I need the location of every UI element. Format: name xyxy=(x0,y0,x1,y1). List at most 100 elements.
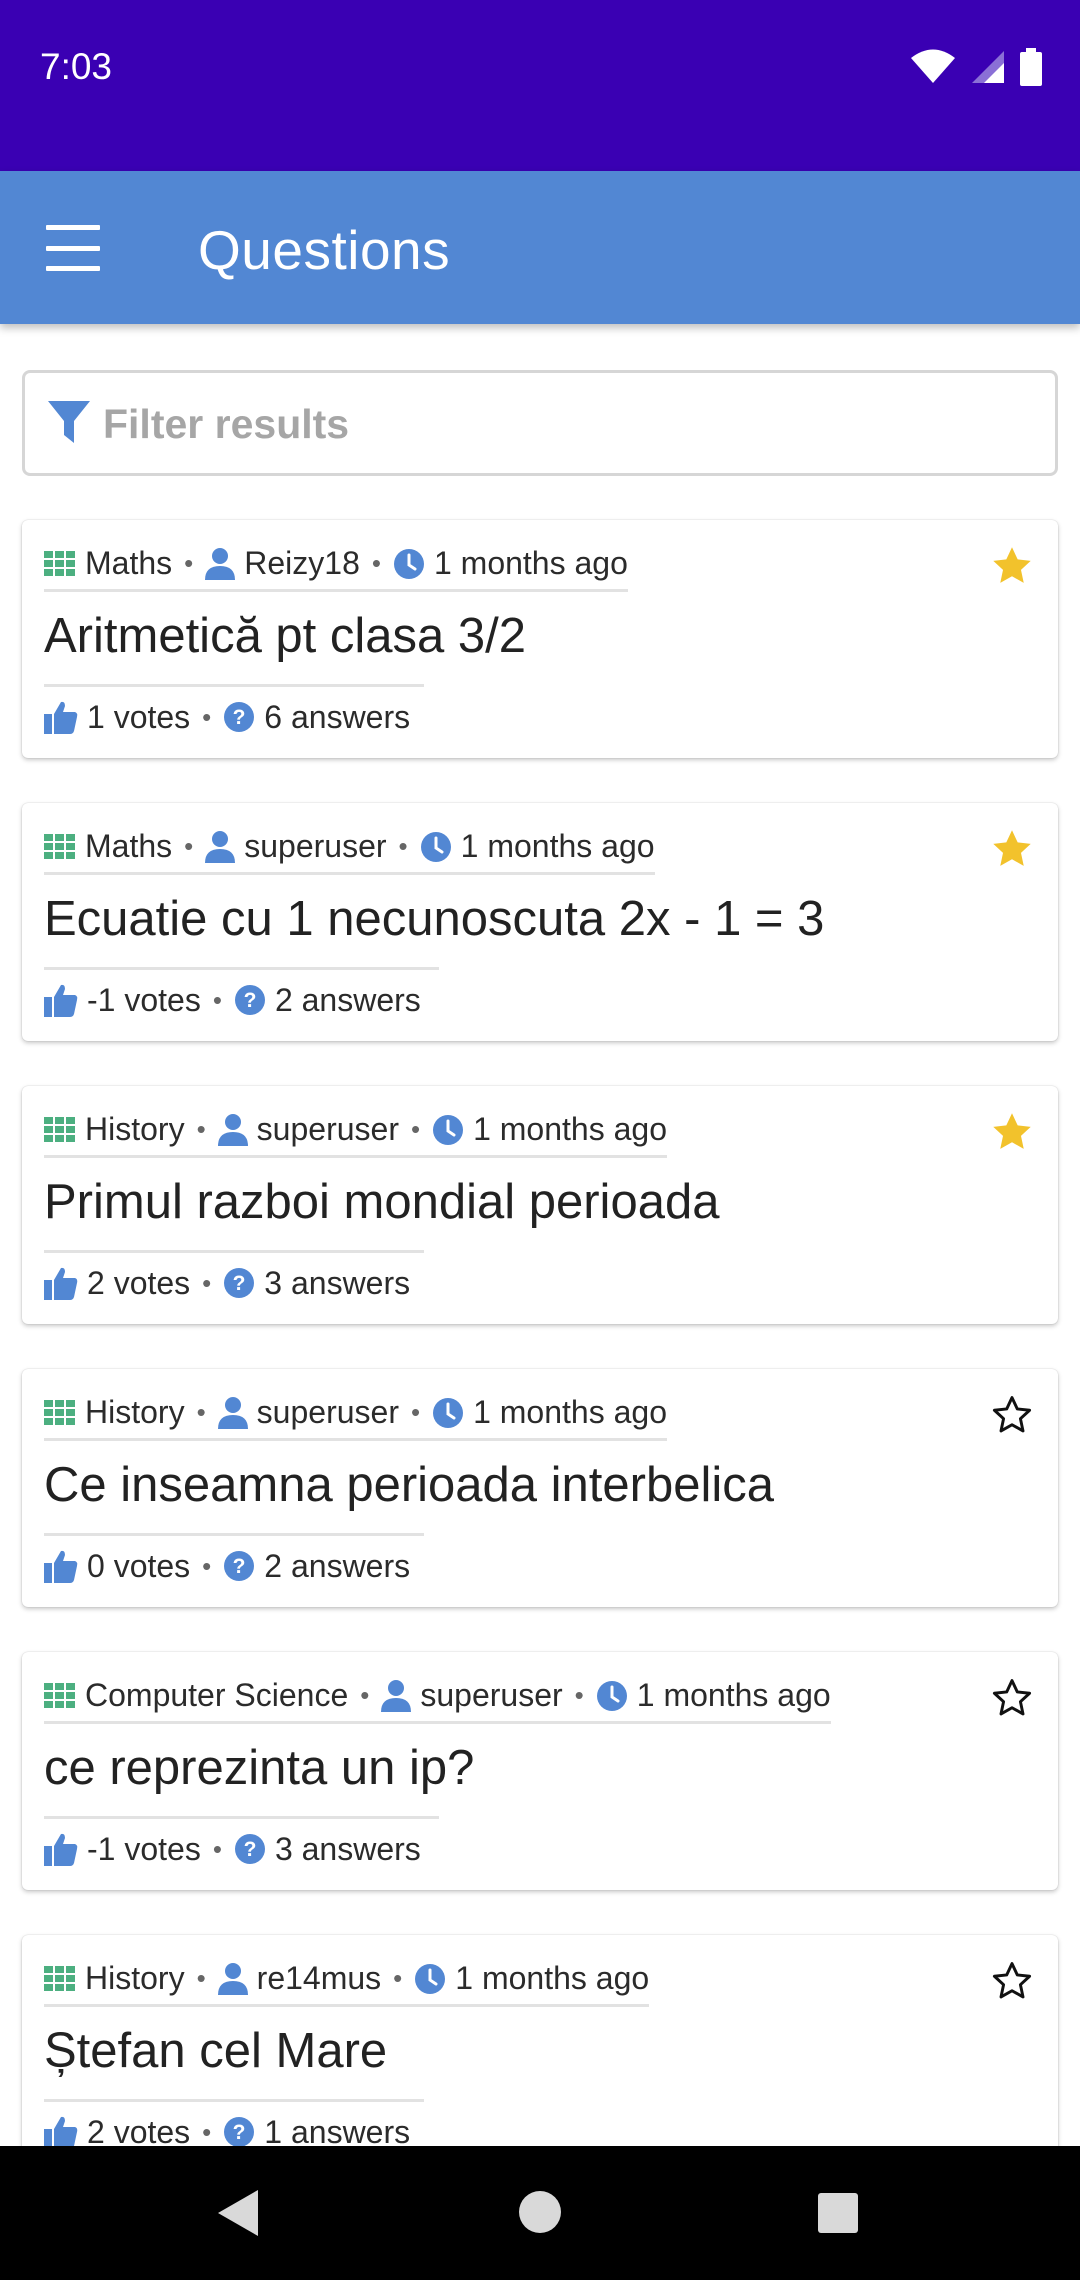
question-circle-icon: ? xyxy=(234,1833,266,1865)
question-meta: Computer Science • superuser • 1 months … xyxy=(44,1674,831,1724)
user-icon xyxy=(205,830,236,863)
separator-dot: • xyxy=(574,1680,584,1710)
wifi-icon xyxy=(910,49,956,90)
star-outline-icon[interactable] xyxy=(986,1955,1038,2007)
user-icon xyxy=(217,1396,248,1429)
filter-icon xyxy=(47,399,91,450)
question-time: 1 months ago xyxy=(455,1960,650,1996)
clock-icon xyxy=(432,1114,464,1146)
svg-text:?: ? xyxy=(244,989,257,1012)
question-card[interactable]: History • superuser • 1 months ago Primu… xyxy=(22,1086,1058,1324)
menu-icon[interactable] xyxy=(46,225,108,271)
question-author[interactable]: superuser xyxy=(244,828,386,865)
status-bar: 7:03 xyxy=(0,0,1080,171)
question-time: 1 months ago xyxy=(433,545,628,581)
question-category[interactable]: History xyxy=(85,1394,185,1431)
question-author[interactable]: re14mus xyxy=(257,1960,382,1997)
svg-text:?: ? xyxy=(244,1838,257,1861)
question-title[interactable]: Ecuatie cu 1 necunoscuta 2x - 1 = 3 xyxy=(44,891,824,947)
grid-icon xyxy=(44,1965,76,1992)
svg-text:?: ? xyxy=(233,1555,246,1578)
question-category[interactable]: Maths xyxy=(85,828,172,865)
app-bar: Questions xyxy=(0,171,1080,324)
question-votes: 2 votes xyxy=(87,2113,191,2147)
question-card[interactable]: Computer Science • superuser • 1 months … xyxy=(22,1652,1058,1890)
question-card[interactable]: Maths • Reizy18 • 1 months ago Aritmetic… xyxy=(22,520,1058,758)
separator-dot: • xyxy=(184,548,194,578)
question-category[interactable]: History xyxy=(85,1111,185,1148)
clock-icon xyxy=(420,831,452,863)
battery-icon xyxy=(1020,48,1042,91)
question-answers: 3 answers xyxy=(264,1264,411,1301)
svg-text:?: ? xyxy=(233,706,246,729)
question-votes: 1 votes xyxy=(87,698,191,735)
question-author[interactable]: superuser xyxy=(257,1394,399,1431)
question-stats: -1 votes • ? 3 answers xyxy=(44,1824,421,1874)
question-circle-icon: ? xyxy=(223,1550,255,1582)
question-title[interactable]: Ștefan cel Mare xyxy=(44,2023,387,2079)
question-title[interactable]: Aritmetică pt clasa 3/2 xyxy=(44,608,526,664)
question-author[interactable]: Reizy18 xyxy=(244,545,360,582)
question-votes: 2 votes xyxy=(87,1264,191,1301)
question-meta: Maths • Reizy18 • 1 months ago xyxy=(44,542,628,592)
user-icon xyxy=(217,1113,248,1146)
star-filled-icon[interactable] xyxy=(986,823,1038,875)
question-card[interactable]: History • superuser • 1 months ago Ce in… xyxy=(22,1369,1058,1607)
filter-field[interactable] xyxy=(22,370,1058,476)
status-time: 7:03 xyxy=(40,46,113,87)
question-votes: -1 votes xyxy=(87,981,201,1018)
question-author[interactable]: superuser xyxy=(257,1111,399,1148)
question-title[interactable]: Primul razboi mondial perioada xyxy=(44,1174,719,1230)
recents-button[interactable] xyxy=(817,2192,859,2239)
question-category[interactable]: History xyxy=(85,1960,185,1997)
question-stats: 2 votes • ? 3 answers xyxy=(44,1258,410,1308)
page-title: Questions xyxy=(198,219,451,281)
question-card[interactable]: History • re14mus • 1 months ago Ștefan … xyxy=(22,1935,1058,2146)
question-time: 1 months ago xyxy=(636,1677,831,1713)
question-meta: History • superuser • 1 months ago xyxy=(44,1391,667,1441)
question-meta: History • superuser • 1 months ago xyxy=(44,1108,667,1158)
svg-text:?: ? xyxy=(233,1272,246,1295)
question-title[interactable]: Ce inseamna perioada interbelica xyxy=(44,1457,774,1513)
question-title[interactable]: ce reprezinta un ip? xyxy=(44,1740,474,1796)
thumbs-up-icon xyxy=(44,1549,78,1583)
star-filled-icon[interactable] xyxy=(986,540,1038,592)
filter-input[interactable] xyxy=(103,391,1003,457)
separator-dot: • xyxy=(410,1114,421,1144)
question-circle-icon: ? xyxy=(234,984,266,1016)
home-button[interactable] xyxy=(518,2190,562,2239)
clock-icon xyxy=(596,1680,628,1712)
question-category[interactable]: Maths xyxy=(85,545,172,582)
question-answers: 6 answers xyxy=(264,698,411,735)
thumbs-up-icon xyxy=(44,1832,78,1866)
thumbs-up-icon xyxy=(44,983,78,1017)
star-outline-icon[interactable] xyxy=(986,1672,1038,1724)
separator-dot: • xyxy=(202,1267,212,1298)
question-card[interactable]: Maths • superuser • 1 months ago Ecuatie… xyxy=(22,803,1058,1041)
question-author[interactable]: superuser xyxy=(420,1677,562,1714)
star-filled-icon[interactable] xyxy=(986,1106,1038,1158)
question-time: 1 months ago xyxy=(460,828,655,864)
title-divider xyxy=(44,684,424,687)
question-stats: -1 votes • ? 2 answers xyxy=(44,975,421,1025)
separator-dot: • xyxy=(202,701,212,732)
grid-icon xyxy=(44,1399,76,1426)
separator-dot: • xyxy=(393,1963,403,1993)
separator-dot: • xyxy=(371,548,381,578)
back-button[interactable] xyxy=(216,2188,260,2243)
star-outline-icon[interactable] xyxy=(986,1389,1038,1441)
question-answers: 3 answers xyxy=(274,1830,421,1867)
separator-dot: • xyxy=(202,2116,212,2147)
separator-dot: • xyxy=(184,831,194,861)
user-icon xyxy=(217,1962,248,1995)
question-circle-icon: ? xyxy=(223,2116,255,2146)
separator-dot: • xyxy=(196,1963,206,1993)
question-category[interactable]: Computer Science xyxy=(85,1677,348,1714)
question-meta: History • re14mus • 1 months ago xyxy=(44,1957,650,2007)
question-answers: 2 answers xyxy=(274,981,421,1018)
question-stats: 1 votes • ? 6 answers xyxy=(44,692,410,742)
title-divider xyxy=(44,1533,424,1536)
clock-icon xyxy=(393,548,425,580)
questions-list: Maths • Reizy18 • 1 months ago Aritmetic… xyxy=(0,324,1080,2146)
separator-dot: • xyxy=(212,1833,222,1864)
